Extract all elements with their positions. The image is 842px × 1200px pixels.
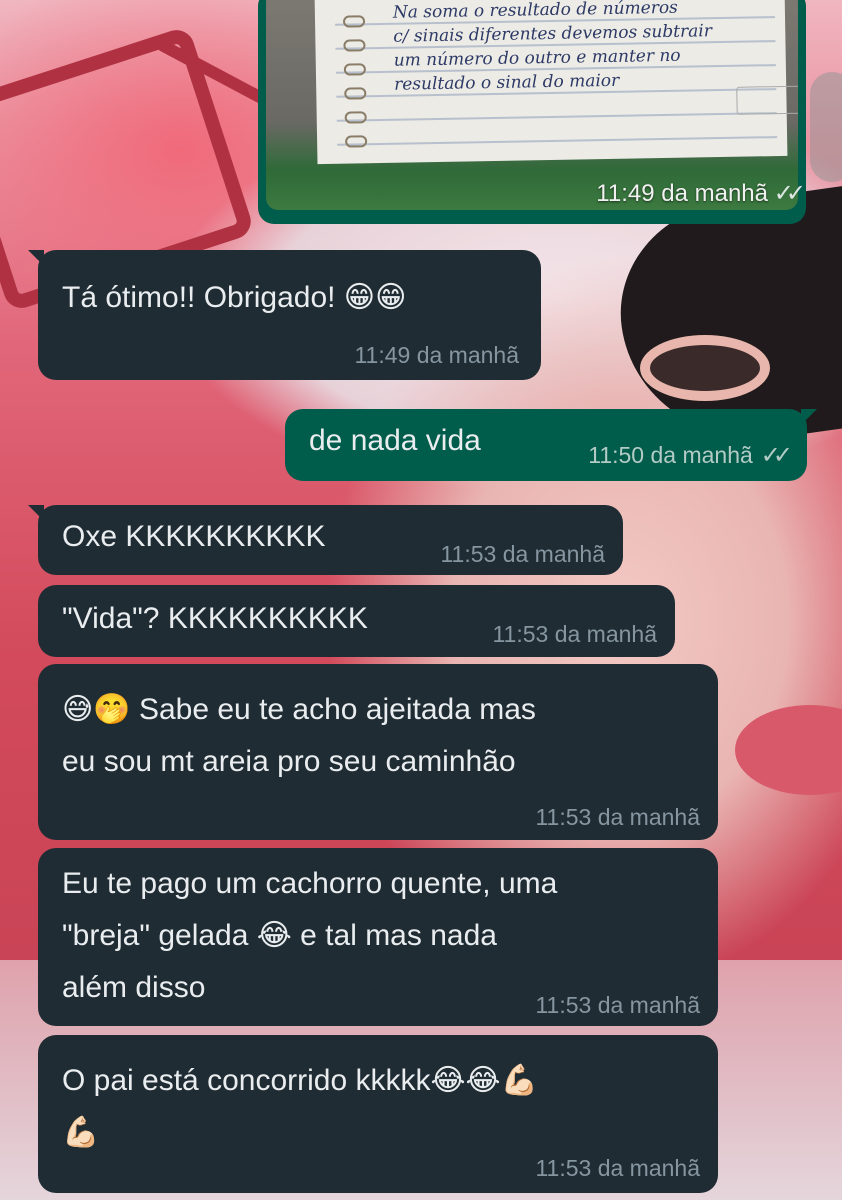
wallpaper-lips [735, 705, 842, 795]
incoming-message[interactable]: Tá ótimo!! Obrigado! 😁😁 11:49 da manhã [28, 250, 541, 380]
handwritten-note: Na soma o resultado de números c/ sinais… [392, 0, 713, 95]
message-time: 11:49 da manhã [354, 342, 519, 368]
incoming-message[interactable]: O pai está concorrido kkkkk😂😂💪🏻 💪🏻 11:53… [38, 1035, 718, 1193]
double-check-icon: ✓✓ [760, 442, 793, 469]
message-time: 11:53 da manhã [535, 804, 700, 830]
scroll-to-bottom-button[interactable] [810, 72, 842, 182]
notebook-logo [736, 85, 798, 115]
message-text: Eu te pago um cachorro quente, uma "brej… [62, 867, 558, 1004]
message-time: 11:53 da manhã [535, 1155, 700, 1181]
incoming-message[interactable]: Eu te pago um cachorro quente, uma "brej… [38, 848, 718, 1026]
message-text: Tá ótimo!! Obrigado! 😁😁 [62, 281, 407, 314]
incoming-message[interactable]: "Vida"? KKKKKKKKKK 11:53 da manhã [38, 585, 675, 657]
message-time: 11:49 da manhã [596, 180, 768, 207]
notebook-page: Na soma o resultado de números c/ sinais… [314, 0, 798, 165]
notebook-photo[interactable]: Na soma o resultado de números c/ sinais… [266, 0, 798, 210]
message-text: "Vida"? KKKKKKKKKK [62, 602, 368, 635]
message-text: O pai está concorrido kkkkk😂😂💪🏻 💪🏻 [62, 1064, 538, 1149]
message-text: de nada vida [309, 424, 481, 457]
incoming-message[interactable]: Oxe KKKKKKKKKK 11:53 da manhã [28, 505, 623, 575]
message-time: 11:53 da manhã [535, 992, 700, 1018]
wallpaper-eye [650, 345, 760, 391]
message-time: 11:50 da manhã ✓✓ [588, 442, 793, 469]
double-check-icon: ✓✓ [773, 180, 806, 207]
outgoing-message[interactable]: de nada vida 11:50 da manhã ✓✓ [285, 409, 817, 481]
message-time: 11:53 da manhã [492, 621, 657, 647]
message-text: Oxe KKKKKKKKKK [62, 520, 326, 553]
incoming-message[interactable]: 😅🤭 Sabe eu te acho ajeitada mas eu sou m… [38, 664, 718, 840]
image-message[interactable]: Na soma o resultado de números c/ sinais… [258, 0, 806, 224]
message-text: 😅🤭 Sabe eu te acho ajeitada mas eu sou m… [62, 693, 536, 778]
message-time: 11:53 da manhã [440, 541, 605, 567]
message-time-label: 11:50 da manhã [588, 442, 753, 468]
